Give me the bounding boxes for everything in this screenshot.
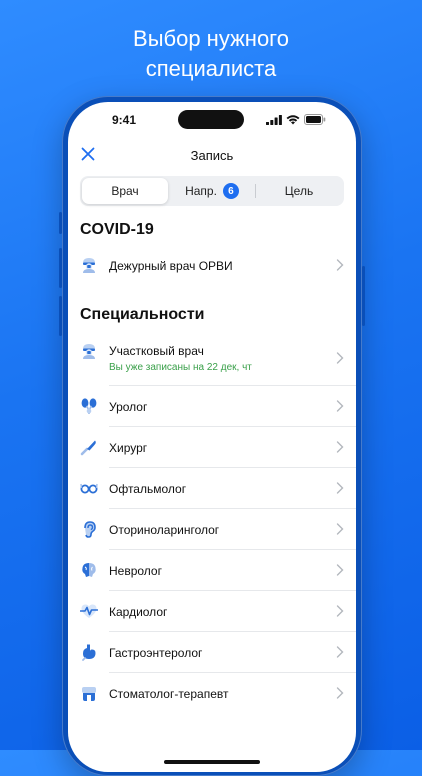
- chevron-right-icon: [336, 482, 344, 494]
- tab-goal[interactable]: Цель: [256, 178, 342, 204]
- doctor-icon: [83, 258, 95, 273]
- tab-doctor-label: Врач: [111, 184, 139, 198]
- promo-headline-line2: специалиста: [145, 56, 277, 81]
- tab-referrals-label: Напр.: [185, 184, 217, 198]
- scalpel-icon: [80, 440, 96, 456]
- chevron-right-icon: [336, 259, 344, 271]
- segmented-control: Врач Напр. 6 Цель: [80, 176, 344, 206]
- phone-frame: 9:41 Запись Врач Напр. 6 Цель COVID-19 Д…: [59, 96, 365, 776]
- doctor-icon: [83, 344, 95, 359]
- list-item-label: Невролог: [109, 564, 162, 578]
- dynamic-island: [178, 110, 244, 129]
- list-item-surgeon[interactable]: Хирург: [68, 427, 356, 468]
- tab-doctor[interactable]: Врач: [82, 178, 168, 204]
- chevron-right-icon: [336, 400, 344, 412]
- phone-mute-button: [59, 212, 62, 234]
- list-item-cardiologist[interactable]: Кардиолог: [68, 591, 356, 632]
- wifi-icon: [286, 114, 300, 124]
- chevron-right-icon: [336, 352, 344, 364]
- phone-volume-up-button: [59, 248, 62, 288]
- section-title-specialties: Специальности: [80, 306, 205, 323]
- tab-goal-label: Цель: [284, 184, 314, 198]
- list-item-ophthalmologist[interactable]: Офтальмолог: [68, 468, 356, 509]
- chevron-right-icon: [336, 564, 344, 576]
- heartbeat-icon: [80, 604, 98, 618]
- list-item-label: Участковый врач: [109, 344, 204, 358]
- brain-icon: [82, 563, 96, 577]
- phone-volume-down-button: [59, 296, 62, 336]
- chevron-right-icon: [336, 687, 344, 699]
- list-item-label: Кардиолог: [109, 605, 168, 619]
- tab-referrals[interactable]: Напр. 6: [170, 178, 254, 204]
- stomach-icon: [82, 644, 96, 661]
- list-item-ent[interactable]: Оториноларинголог: [68, 509, 356, 550]
- status-icons: [266, 114, 326, 125]
- section-title-covid: COVID-19: [80, 221, 154, 238]
- urology-icon: [81, 398, 97, 415]
- chevron-right-icon: [336, 605, 344, 617]
- list-item-label: Гастроэнтеролог: [109, 646, 203, 660]
- promo-headline: Выбор нужного специалиста: [0, 24, 422, 84]
- nav-bar: Запись: [68, 140, 356, 170]
- chevron-right-icon: [336, 523, 344, 535]
- home-indicator[interactable]: [164, 760, 260, 764]
- list-item-label: Хирург: [109, 441, 148, 455]
- list-item-covid-doctor[interactable]: Дежурный врач ОРВИ: [68, 245, 356, 285]
- phone-power-button: [362, 266, 365, 326]
- list-item-label: Уролог: [109, 400, 148, 414]
- app-screen: 9:41 Запись Врач Напр. 6 Цель COVID-19 Д…: [68, 102, 356, 772]
- list-item-label: Дежурный врач ОРВИ: [109, 259, 233, 273]
- chevron-right-icon: [336, 646, 344, 658]
- list-item-neurologist[interactable]: Невролог: [68, 550, 356, 591]
- list-item-district-doctor[interactable]: Участковый врач Вы уже записаны на 22 де…: [68, 330, 356, 386]
- signal-icon: [266, 114, 282, 125]
- list-item-gastroenterologist[interactable]: Гастроэнтеролог: [68, 632, 356, 673]
- ear-icon: [84, 521, 96, 538]
- status-time: 9:41: [112, 113, 137, 127]
- chevron-right-icon: [336, 441, 344, 453]
- status-bar: 9:41: [68, 102, 356, 136]
- list-item-urologist[interactable]: Уролог: [68, 386, 356, 427]
- list-item-dentist[interactable]: Стоматолог-терапевт: [68, 673, 356, 714]
- tooth-icon: [82, 687, 96, 701]
- battery-icon: [304, 114, 326, 125]
- list-item-label: Офтальмолог: [109, 482, 187, 496]
- nav-title: Запись: [190, 148, 234, 163]
- list-item-label: Оториноларинголог: [109, 523, 220, 537]
- promo-headline-line1: Выбор нужного: [133, 26, 289, 51]
- glasses-icon: [80, 483, 98, 494]
- referrals-count-badge: 6: [222, 183, 239, 199]
- appointment-note: Вы уже записаны на 22 дек, чт: [109, 362, 252, 373]
- list-item-label: Стоматолог-терапевт: [109, 687, 229, 701]
